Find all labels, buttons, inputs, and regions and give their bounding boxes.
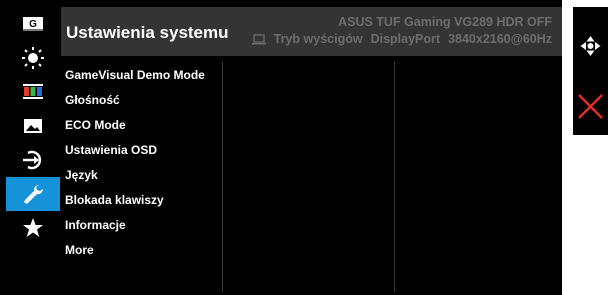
gamevisual-icon: G [23, 17, 43, 31]
sidebar-item-favorites[interactable] [6, 211, 60, 245]
sidebar-item-gamevisual[interactable]: G [6, 7, 60, 41]
image-icon [24, 119, 42, 133]
menu-item[interactable]: More [65, 243, 94, 257]
sidebar: G [6, 7, 60, 295]
menu-item[interactable]: Blokada klawiszy [65, 193, 164, 207]
header: Ustawienia systemu ASUS TUF Gaming VG289… [61, 7, 562, 56]
close-icon[interactable] [578, 94, 603, 119]
monitor-icon [251, 33, 266, 44]
control-panel [573, 7, 608, 135]
menu-item[interactable]: ECO Mode [65, 118, 126, 132]
resolution: 3840x2160@60Hz [448, 32, 552, 46]
sidebar-item-brightness[interactable] [6, 41, 60, 75]
joystick-navigate-icon[interactable] [580, 36, 601, 56]
sidebar-item-image[interactable] [6, 109, 60, 143]
menu-item[interactable]: Ustawienia OSD [65, 143, 157, 157]
menu-item[interactable]: Informacje [65, 218, 126, 232]
star-icon [23, 218, 43, 237]
wrench-icon [24, 184, 44, 204]
input-source: DisplayPort [370, 32, 441, 46]
menu-item[interactable]: Język [65, 168, 98, 182]
color-icon [23, 84, 43, 99]
column-divider [222, 62, 223, 292]
monitor-model: ASUS TUF Gaming VG289 HDR OFF [338, 15, 552, 29]
sidebar-item-color[interactable] [6, 75, 60, 109]
menu-item[interactable]: Głośność [65, 93, 120, 107]
brightness-icon [22, 47, 44, 69]
sidebar-item-system[interactable] [6, 177, 60, 211]
status-line: Tryb wyścigów DisplayPort 3840x2160@60Hz [251, 32, 552, 46]
column-divider [394, 62, 395, 292]
page-title: Ustawienia systemu [66, 23, 229, 42]
game-mode: Tryb wyścigów [273, 32, 363, 46]
menu-item[interactable]: GameVisual Demo Mode [65, 68, 205, 82]
osd-panel: G Ustawienia systemu ASUS TUF Gaming VG2… [0, 0, 562, 295]
sidebar-item-input-select[interactable] [6, 143, 60, 177]
gamevisual-glyph: G [29, 19, 37, 30]
input-select-icon [23, 150, 42, 170]
